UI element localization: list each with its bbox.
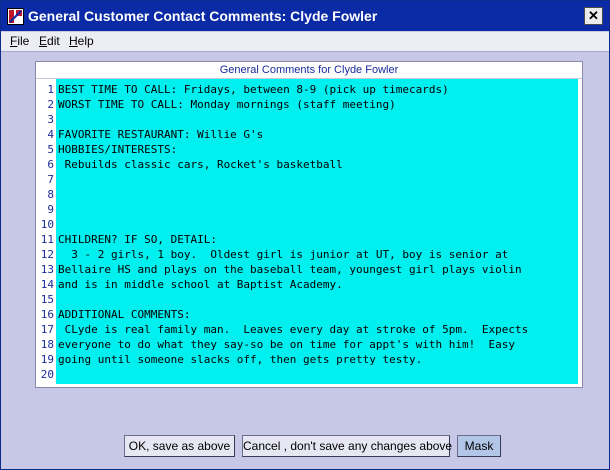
panel-header: General Comments for Clyde Fowler [36,62,582,79]
line-number: 5 [47,143,54,156]
text-line: Bellaire HS and plays on the baseball te… [58,263,522,276]
text-line: HOBBIES/INTERESTS: [58,143,178,156]
text-line: ADDITIONAL COMMENTS: [58,308,191,321]
line-number: 3 [47,113,54,126]
menu-edit-label: dit [47,34,60,48]
comments-panel: General Comments for Clyde Fowler 1 2 3 … [35,61,583,388]
text-line: 3 - 2 girls, 1 boy. Oldest girl is junio… [58,248,509,261]
line-number: 10 [40,218,54,231]
line-number: 16 [40,308,54,321]
line-number-gutter: 1 2 3 4 5 6 7 8 9 10 11 12 13 14 15 16 1… [36,79,56,384]
line-number: 4 [47,128,54,141]
menu-bar: File Edit Help [1,32,609,52]
close-button[interactable]: ✕ [584,7,603,25]
menu-edit-accel: E [39,34,48,48]
window-title: General Customer Contact Comments: Clyde… [28,8,378,24]
line-number: 1 [47,83,54,96]
mask-button[interactable]: Mask [457,435,501,457]
comments-window: General Customer Contact Comments: Clyde… [0,0,610,470]
close-icon: ✕ [588,8,599,23]
title-bar[interactable]: General Customer Contact Comments: Clyde… [1,1,609,31]
text-line: everyone to do what they say-so be on ti… [58,338,515,351]
text-line: WORST TIME TO CALL: Monday mornings (sta… [58,98,396,111]
text-line: FAVORITE RESTAURANT: Willie G's [58,128,264,141]
text-line: CLyde is real family man. Leaves every d… [58,323,529,336]
comments-textarea[interactable]: BEST TIME TO CALL: Fridays, between 8-9 … [56,79,578,384]
line-number: 7 [47,173,54,186]
line-number: 6 [47,158,54,171]
line-number: 19 [40,353,54,366]
line-number: 8 [47,188,54,201]
menu-file-label: ile [17,34,30,48]
text-line: Rebuilds classic cars, Rocket's basketba… [58,158,343,171]
text-line: BEST TIME TO CALL: Fridays, between 8-9 … [58,83,449,96]
text-line: and is in middle school at Baptist Acade… [58,278,343,291]
line-number: 14 [40,278,54,291]
menu-file[interactable]: File [10,34,29,48]
line-number: 15 [40,293,54,306]
text-line: going until someone slacks off, then get… [58,353,423,366]
line-number: 18 [40,338,54,351]
text-line: CHILDREN? IF SO, DETAIL: [58,233,217,246]
ok-save-button[interactable]: OK, save as above [124,435,235,457]
line-number: 17 [40,323,54,336]
line-number: 13 [40,263,54,276]
menu-edit[interactable]: Edit [39,34,60,48]
menu-help[interactable]: Help [69,34,94,48]
menu-help-accel: H [69,34,78,48]
line-number: 20 [40,368,54,381]
app-icon [7,8,24,25]
line-number: 9 [47,203,54,216]
menu-help-label: elp [77,34,94,48]
line-number: 11 [40,233,54,246]
line-number: 2 [47,98,54,111]
line-number: 12 [40,248,54,261]
cancel-button[interactable]: Cancel , don't save any changes above [242,435,452,457]
